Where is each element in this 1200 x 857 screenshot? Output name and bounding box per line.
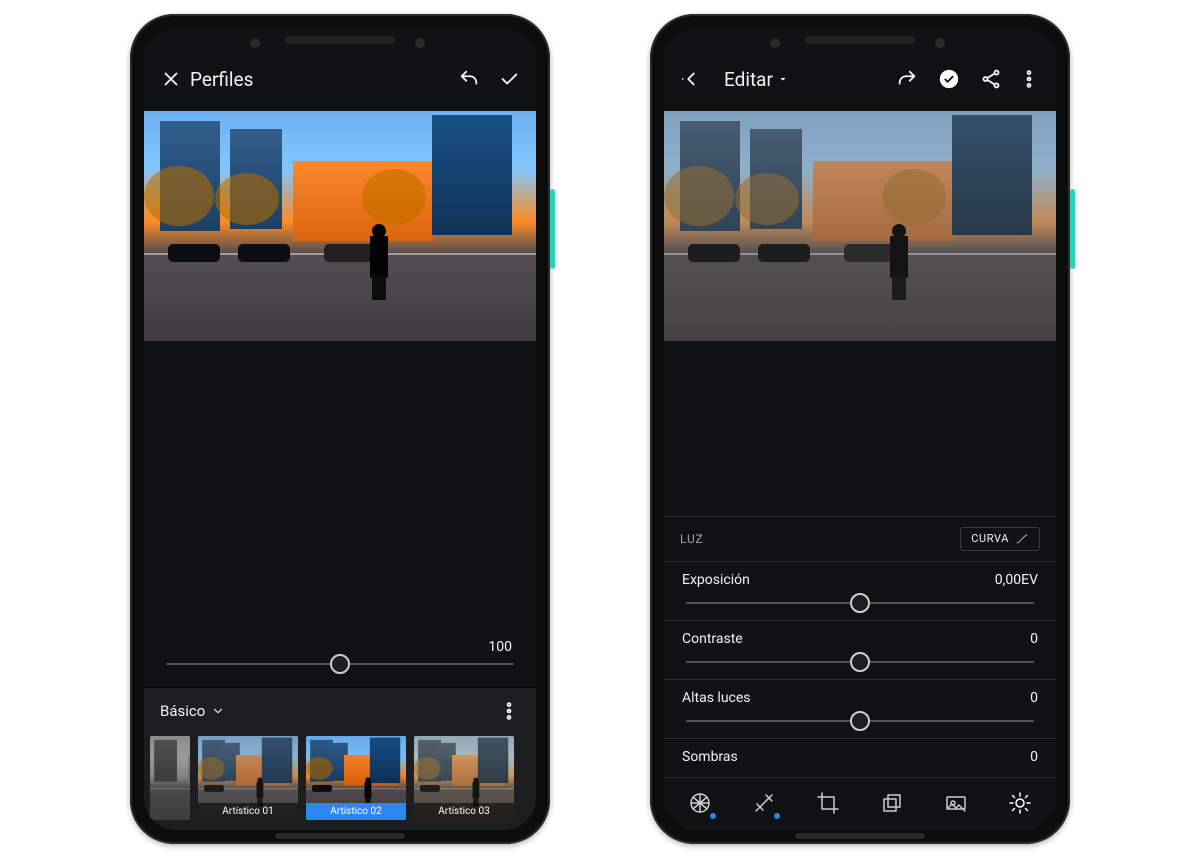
close-icon[interactable] xyxy=(160,68,182,90)
slider-contrast[interactable] xyxy=(664,661,1056,663)
phone-profiles: Perfiles 100 xyxy=(130,14,550,844)
param-label: Contraste xyxy=(682,631,743,647)
section-header-light: LUZ CURVA xyxy=(664,516,1056,562)
curve-button[interactable]: CURVA xyxy=(960,527,1040,551)
slider-thumb[interactable] xyxy=(850,593,870,613)
tool-dot-icon xyxy=(710,813,716,819)
profile-thumb-label: Artístico 03 xyxy=(414,803,514,820)
param-exposure: Exposición 0,00EV xyxy=(664,562,1056,621)
more-vertical-icon[interactable] xyxy=(1018,68,1040,90)
more-vertical-icon[interactable] xyxy=(498,700,520,722)
param-value: 0,00EV xyxy=(995,572,1038,588)
slider-thumb[interactable] xyxy=(850,652,870,672)
photo-viewport[interactable] xyxy=(144,101,536,349)
page-title: Perfiles xyxy=(190,68,253,91)
edited-photo xyxy=(664,111,1056,341)
cloud-sync-icon[interactable] xyxy=(938,68,960,90)
share-icon[interactable] xyxy=(980,68,1002,90)
param-value: 0 xyxy=(1030,631,1038,647)
profile-thumb[interactable]: Artístico 01 xyxy=(198,736,298,820)
topbar-edit: Editar xyxy=(664,62,1056,101)
param-label: Altas luces xyxy=(682,690,751,706)
chevron-down-icon xyxy=(211,704,225,718)
slider-exposure[interactable] xyxy=(664,602,1056,604)
undo-icon[interactable] xyxy=(458,68,480,90)
back-icon[interactable] xyxy=(680,68,702,90)
slider-thumb[interactable] xyxy=(850,711,870,731)
profile-thumb[interactable] xyxy=(150,736,190,820)
tool-auto-icon[interactable] xyxy=(749,788,779,818)
photo-viewport[interactable] xyxy=(664,101,1056,349)
tool-layers-icon[interactable] xyxy=(877,788,907,818)
tool-light-icon[interactable] xyxy=(1005,788,1035,818)
param-value: 0 xyxy=(1030,690,1038,706)
topbar-profiles: Perfiles xyxy=(144,62,536,101)
front-camera-dot xyxy=(770,38,780,48)
tool-presets-icon[interactable] xyxy=(941,788,971,818)
param-shadows: Sombras 0 xyxy=(664,739,1056,777)
slider-highlights[interactable] xyxy=(664,720,1056,722)
edited-photo xyxy=(144,111,536,341)
confirm-icon[interactable] xyxy=(498,68,520,90)
section-title: LUZ xyxy=(680,532,704,546)
mode-label: Editar xyxy=(724,68,773,91)
intensity-block: 100 xyxy=(144,635,536,667)
profile-category-selector[interactable]: Básico xyxy=(144,687,536,734)
intensity-slider[interactable] xyxy=(144,663,536,665)
power-button xyxy=(1070,189,1075,269)
param-contrast: Contraste 0 xyxy=(664,621,1056,680)
param-label: Sombras xyxy=(682,749,738,765)
earpiece xyxy=(805,36,915,44)
earpiece xyxy=(285,36,395,44)
profile-thumbnails[interactable]: Artístico 01 Artístico 02 Artístico 03 xyxy=(144,734,536,830)
screen-edit: Editar xyxy=(664,28,1056,830)
param-highlights: Altas luces 0 xyxy=(664,680,1056,739)
profile-thumb-selected[interactable]: Artístico 02 xyxy=(306,736,406,820)
redo-icon[interactable] xyxy=(896,68,918,90)
tool-profiles-icon[interactable] xyxy=(685,788,715,818)
mode-dropdown[interactable]: Editar xyxy=(724,68,789,91)
param-label: Exposición xyxy=(682,572,750,588)
profile-thumb[interactable]: Artístico 03 xyxy=(414,736,514,820)
screen-profiles: Perfiles 100 xyxy=(144,28,536,830)
curve-button-label: CURVA xyxy=(971,532,1009,545)
power-button xyxy=(550,189,555,269)
profile-thumb-label: Artístico 02 xyxy=(306,803,406,820)
canvas-area xyxy=(144,101,536,635)
front-sensor-dot xyxy=(935,38,945,48)
phone-edit: Editar xyxy=(650,14,1070,844)
edit-toolbar xyxy=(664,777,1056,830)
param-value: 0 xyxy=(1030,749,1038,765)
tool-crop-icon[interactable] xyxy=(813,788,843,818)
front-camera-dot xyxy=(250,38,260,48)
profile-category-label: Básico xyxy=(160,702,205,720)
profile-thumb-label: Artístico 01 xyxy=(198,803,298,820)
tool-dot-icon xyxy=(774,813,780,819)
intensity-thumb[interactable] xyxy=(330,654,350,674)
front-sensor-dot xyxy=(415,38,425,48)
